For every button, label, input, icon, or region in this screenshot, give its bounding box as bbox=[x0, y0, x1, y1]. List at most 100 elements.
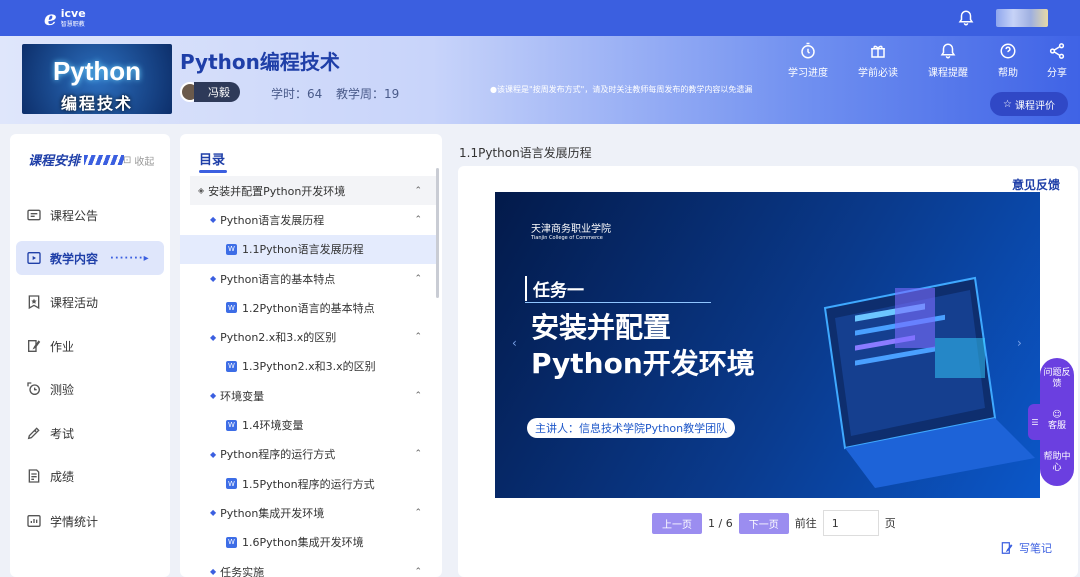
slide-heading: 安装并配置 Python开发环境 bbox=[531, 310, 755, 382]
page-input[interactable]: 1 bbox=[822, 510, 879, 536]
logo-text: icve bbox=[60, 7, 86, 20]
lesson-item[interactable]: W 1.5Python程序的运行方式 bbox=[180, 469, 438, 498]
stopwatch-icon bbox=[801, 42, 815, 59]
chapter-item[interactable]: ◈ 安装并配置Python开发环境 ⌃ bbox=[190, 176, 438, 206]
sidebar-item-label: 学情统计 bbox=[50, 514, 99, 529]
section-item[interactable]: ◆ 任务实施 ⌃ bbox=[180, 557, 438, 577]
sidebar-item-label: 作业 bbox=[50, 339, 75, 354]
laptop-illustration bbox=[823, 276, 1035, 488]
sidebar-item-announcement[interactable]: 课程公告 bbox=[16, 198, 164, 232]
word-doc-icon: W bbox=[226, 536, 237, 548]
bell-icon bbox=[940, 43, 956, 59]
slide-image: 天津商务职业学院 Tianjin College of Commerce 任务一… bbox=[495, 192, 1040, 498]
sidebar-item-content[interactable]: 教学内容 ·······▸ bbox=[16, 241, 164, 275]
sidebar-item-homework[interactable]: 作业 bbox=[16, 329, 164, 363]
course-header: Python 编程技术 Python编程技术 冯毅 学时：64 教学周：19 ●… bbox=[0, 36, 1080, 124]
float-service-label: 客服 bbox=[1047, 421, 1066, 431]
sidebar-item-grades[interactable]: 成绩 bbox=[16, 459, 164, 493]
next-page-button[interactable]: 下一页 bbox=[738, 512, 789, 534]
slide-speaker: 主讲人：信息技术学院Python教学团队 bbox=[527, 418, 736, 438]
slide-heading-line1: 安装并配置 bbox=[531, 311, 672, 344]
toc-label: 1.6Python集成开发环境 bbox=[242, 536, 364, 550]
next-slide-arrow-icon[interactable]: › bbox=[1017, 336, 1022, 350]
section-item[interactable]: ◆ Python程序的运行方式 ⌃ bbox=[180, 440, 438, 469]
sidebar-item-activity[interactable]: 课程活动 bbox=[16, 285, 164, 319]
directory-scrollbar[interactable] bbox=[436, 168, 439, 298]
help-label: 帮助 bbox=[998, 68, 1018, 79]
chevron-up-icon[interactable]: ⌃ bbox=[414, 449, 422, 459]
prev-page-button[interactable]: 上一页 bbox=[652, 512, 702, 534]
teacher-badge: 冯毅 bbox=[180, 82, 240, 102]
star-icon bbox=[28, 295, 40, 310]
slide-heading-line2: Python开发环境 bbox=[531, 347, 755, 380]
toc-label: 任务实施 bbox=[220, 565, 265, 577]
collapse-button[interactable]: ⊡ 收起 bbox=[123, 153, 154, 168]
slide-task: 任务一 bbox=[525, 276, 584, 301]
note-icon bbox=[1001, 542, 1013, 554]
section-item[interactable]: ◆ Python2.x和3.x的区别 ⌃ bbox=[180, 322, 438, 351]
bell-icon[interactable] bbox=[957, 9, 975, 27]
play-icon bbox=[27, 252, 41, 264]
toc-label: 环境变量 bbox=[220, 389, 265, 403]
toc-label: Python语言发展历程 bbox=[220, 213, 325, 227]
pager: 上一页 1 / 6 下一页 前往 1 页 bbox=[652, 510, 896, 536]
chevron-up-icon[interactable]: ⌃ bbox=[414, 186, 422, 196]
announcement-icon bbox=[27, 209, 41, 221]
section-item[interactable]: ◆ Python集成开发环境 ⌃ bbox=[180, 498, 438, 527]
slide-divider bbox=[525, 302, 711, 303]
chevron-up-icon[interactable]: ⌃ bbox=[414, 508, 422, 518]
toc-label: Python集成开发环境 bbox=[220, 506, 325, 520]
reminder-button[interactable]: 课程提醒 bbox=[918, 42, 978, 79]
rate-course-button[interactable]: ☆ 课程评价 bbox=[990, 92, 1068, 116]
lesson-item[interactable]: W 1.2Python语言的基本特点 bbox=[180, 293, 438, 322]
quiz-icon bbox=[27, 382, 40, 395]
teacher-name: 冯毅 bbox=[194, 82, 240, 102]
word-doc-icon: W bbox=[226, 302, 237, 314]
chevron-up-icon[interactable]: ⌃ bbox=[414, 391, 422, 401]
prev-slide-arrow-icon[interactable]: ‹ bbox=[512, 336, 517, 350]
section-item[interactable]: ◆ Python语言的基本特点 ⌃ bbox=[180, 264, 438, 293]
section-item[interactable]: ◆ 环境变量 ⌃ bbox=[180, 381, 438, 410]
logo[interactable]: ℯ icve 智慧职教 bbox=[44, 6, 86, 30]
float-help-label: 帮助中心 bbox=[1043, 452, 1071, 473]
content-title: 1.1Python语言发展历程 bbox=[459, 146, 592, 160]
service-float-button[interactable]: ☺ 客服 bbox=[1040, 400, 1074, 442]
progress-label: 学习进度 bbox=[788, 68, 828, 79]
section-item[interactable]: ◆ Python语言发展历程 ⌃ bbox=[180, 205, 438, 234]
stats-icon bbox=[27, 515, 41, 527]
preread-label: 学前必读 bbox=[858, 68, 898, 79]
user-avatar[interactable] bbox=[996, 9, 1048, 27]
collapse-icon: ⊡ bbox=[123, 155, 132, 166]
chevron-up-icon[interactable]: ⌃ bbox=[414, 332, 422, 342]
note-label: 写笔记 bbox=[1019, 542, 1052, 555]
sidebar-item-stats[interactable]: 学情统计 bbox=[16, 504, 164, 538]
feedback-float-button[interactable]: 问题反馈 bbox=[1040, 358, 1074, 400]
section-icon: ◆ bbox=[210, 391, 217, 401]
chevron-up-icon[interactable]: ⌃ bbox=[414, 215, 422, 225]
toc-label: Python程序的运行方式 bbox=[220, 448, 336, 462]
toc-label: Python语言的基本特点 bbox=[220, 272, 336, 286]
lesson-item[interactable]: W 1.4环境变量 bbox=[180, 410, 438, 439]
help-float-button[interactable]: 帮助中心 bbox=[1040, 442, 1074, 484]
section-icon: ◆ bbox=[210, 332, 217, 342]
collapse-label: 收起 bbox=[134, 157, 155, 168]
sidebar-item-exam[interactable]: 考试 bbox=[16, 416, 164, 450]
school-en: Tianjin College of Commerce bbox=[531, 235, 603, 241]
sidebar-item-quiz[interactable]: 测验 bbox=[16, 372, 164, 406]
write-note-button[interactable]: 写笔记 bbox=[1000, 540, 1052, 556]
share-button[interactable]: 分享 bbox=[1027, 42, 1080, 79]
chevron-up-icon[interactable]: ⌃ bbox=[414, 274, 422, 284]
progress-button[interactable]: 学习进度 bbox=[778, 42, 838, 79]
feedback-link[interactable]: 意见反馈 bbox=[1012, 176, 1060, 193]
cover-line1: Python bbox=[52, 56, 142, 86]
lesson-item[interactable]: W 1.1Python语言发展历程 bbox=[180, 234, 438, 264]
lesson-item[interactable]: W 1.3Python2.x和3.x的区别 bbox=[180, 352, 438, 381]
chevron-up-icon[interactable]: ⌃ bbox=[414, 567, 422, 577]
section-icon: ◆ bbox=[210, 449, 217, 459]
sidebar-item-label: 教学内容 bbox=[50, 251, 99, 266]
school-name: 天津商务职业学院 Tianjin College of Commerce bbox=[531, 220, 611, 241]
preread-button[interactable]: 学前必读 bbox=[848, 42, 908, 79]
lesson-item[interactable]: W 1.6Python集成开发环境 bbox=[180, 528, 438, 557]
directory-panel: 目录 ◈ 安装并配置Python开发环境 ⌃ ◆ Python语言发展历程 ⌃ W 1.1… bbox=[180, 134, 442, 577]
course-plan-title: 课程安排 bbox=[28, 150, 125, 169]
